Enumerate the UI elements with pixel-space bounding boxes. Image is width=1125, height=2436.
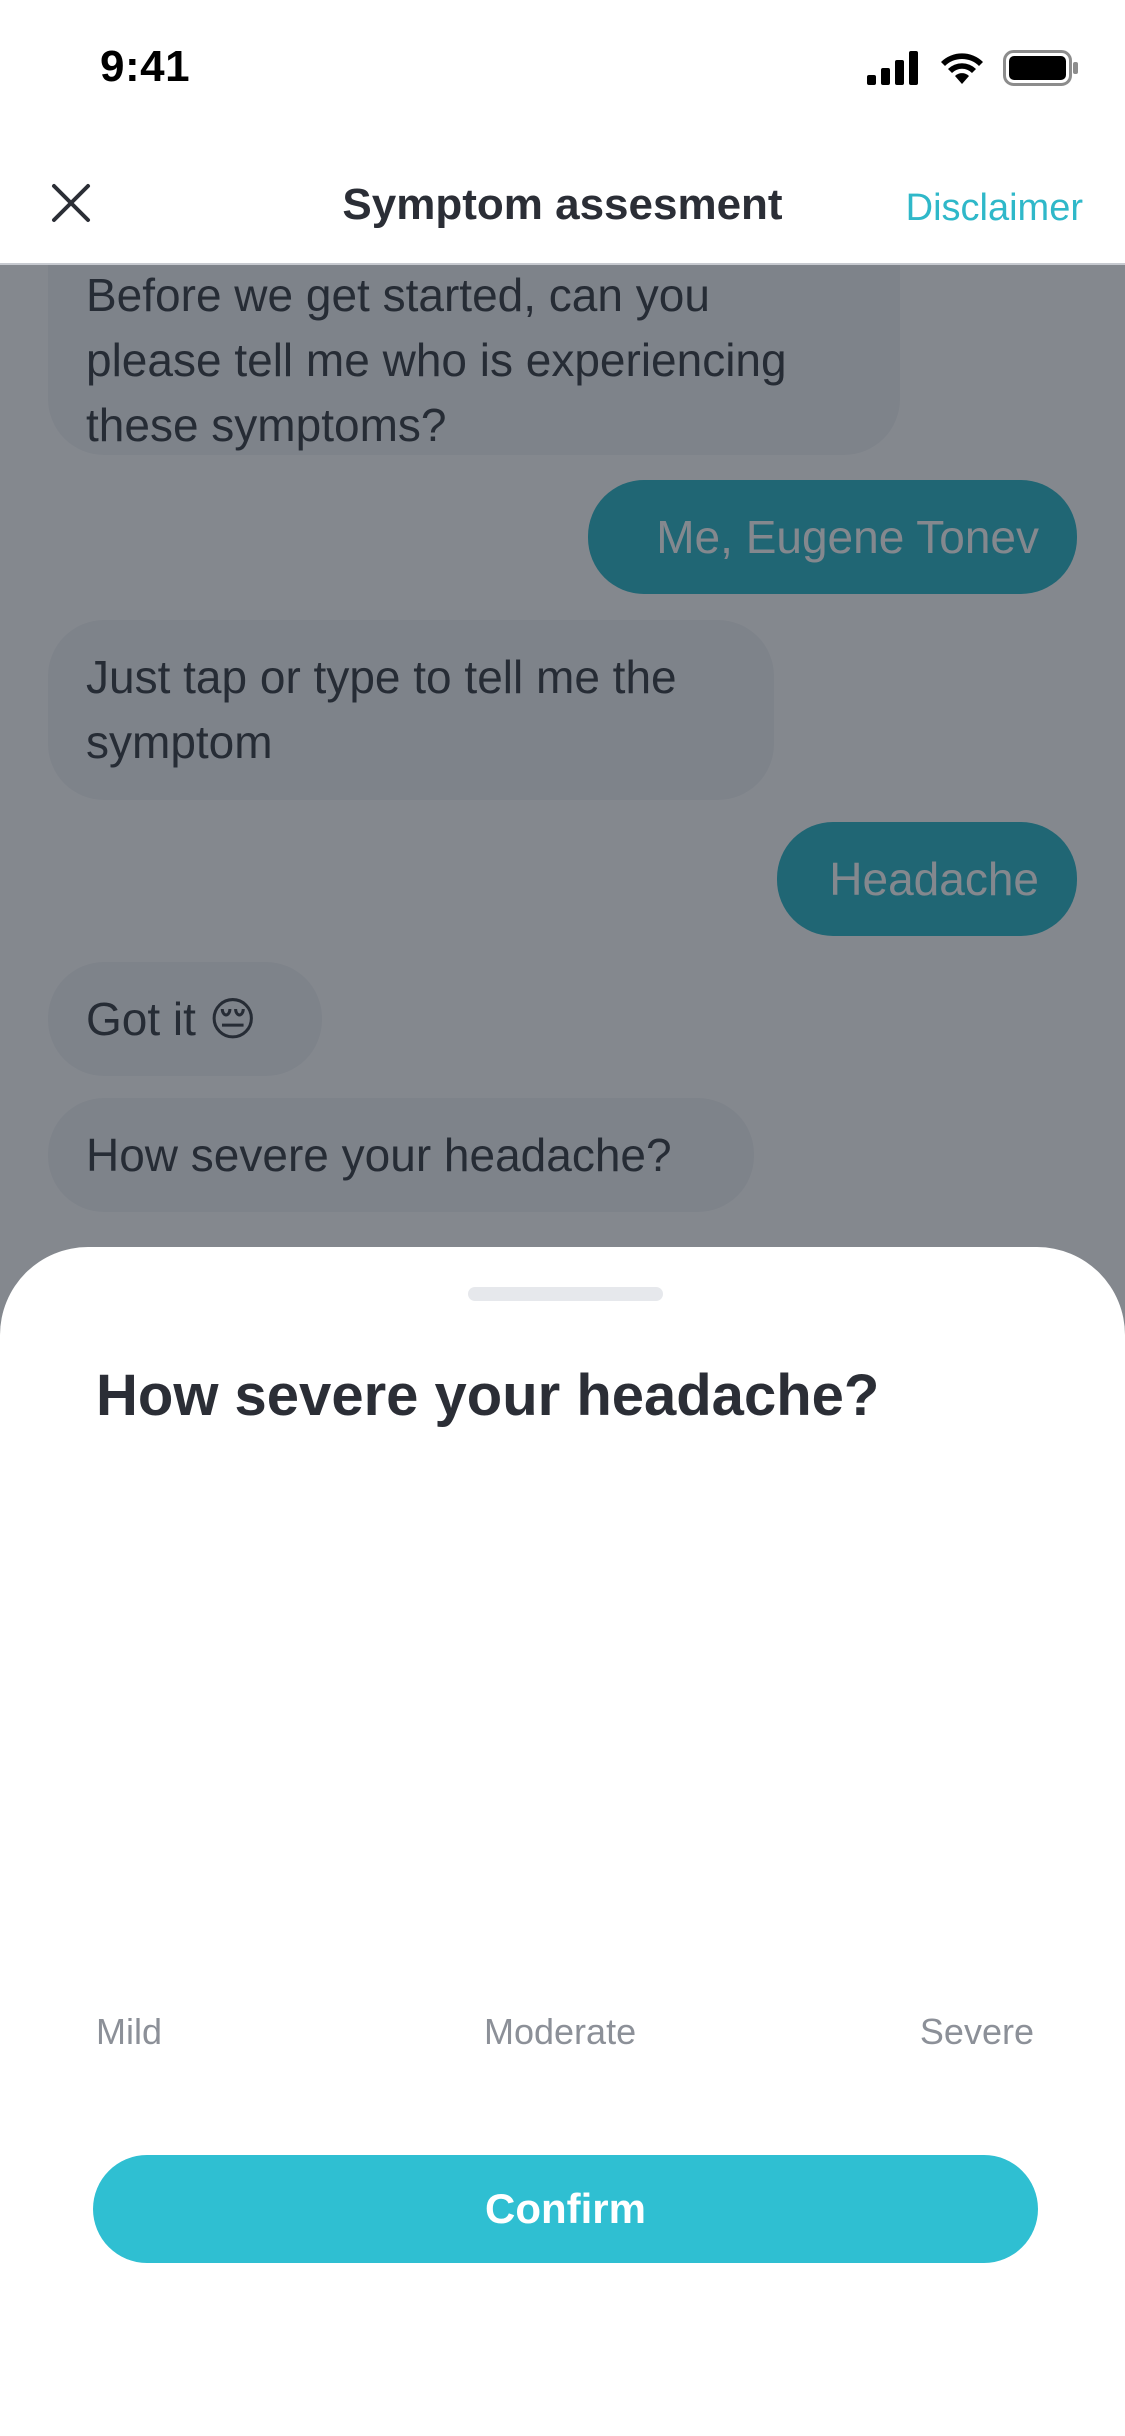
message-line: Just tap or type to tell me the	[86, 651, 677, 703]
sad-face-emoji-icon: 😔	[208, 993, 257, 1045]
nav-bar: Symptom assesment Disclaimer	[0, 140, 1125, 265]
chat-message-bot: Before we get started, can you please te…	[48, 265, 900, 455]
message-text: Got it	[86, 993, 196, 1045]
chat-message-bot: Got it 😔	[48, 962, 322, 1076]
chat-message-bot: How severe your headache?	[48, 1098, 754, 1212]
chat-thread: Before we get started, can you please te…	[0, 265, 1125, 1365]
status-bar: 9:41	[0, 0, 1125, 140]
severity-sheet: How severe your headache? Mild Moderate …	[0, 1247, 1125, 2436]
scale-label-mild: Mild	[96, 2011, 163, 2052]
sheet-title: How severe your headache?	[96, 1363, 880, 1428]
status-icons	[867, 50, 1079, 86]
wifi-icon	[941, 53, 983, 84]
disclaimer-link[interactable]: Disclaimer	[906, 187, 1083, 230]
scale-label-severe: Severe	[919, 2011, 1034, 2052]
message-line: Before we get started, can you	[86, 269, 710, 321]
chat-message-user: Me, Eugene Tonev	[588, 480, 1077, 594]
message-text: Me, Eugene Tonev	[656, 511, 1039, 563]
status-time: 9:41	[100, 42, 191, 91]
sheet-drag-handle[interactable]	[468, 1287, 663, 1301]
message-text: Headache	[829, 853, 1039, 905]
screen: 9:41 Symptom assesment Disclaimer Before…	[0, 0, 1125, 2436]
message-line: these symptoms?	[86, 399, 447, 451]
message-line: symptom	[86, 716, 273, 768]
message-line: please tell me who is experiencing	[86, 334, 787, 386]
message-text: How severe your headache?	[86, 1129, 672, 1181]
scale-label-moderate: Moderate	[484, 2011, 637, 2052]
chat-message-bot: Just tap or type to tell me the symptom	[48, 620, 774, 800]
battery-icon	[1003, 50, 1078, 86]
chat-message-user: Headache	[777, 822, 1077, 936]
confirm-button[interactable]: Confirm	[93, 2155, 1038, 2263]
signal-icon	[867, 51, 918, 85]
